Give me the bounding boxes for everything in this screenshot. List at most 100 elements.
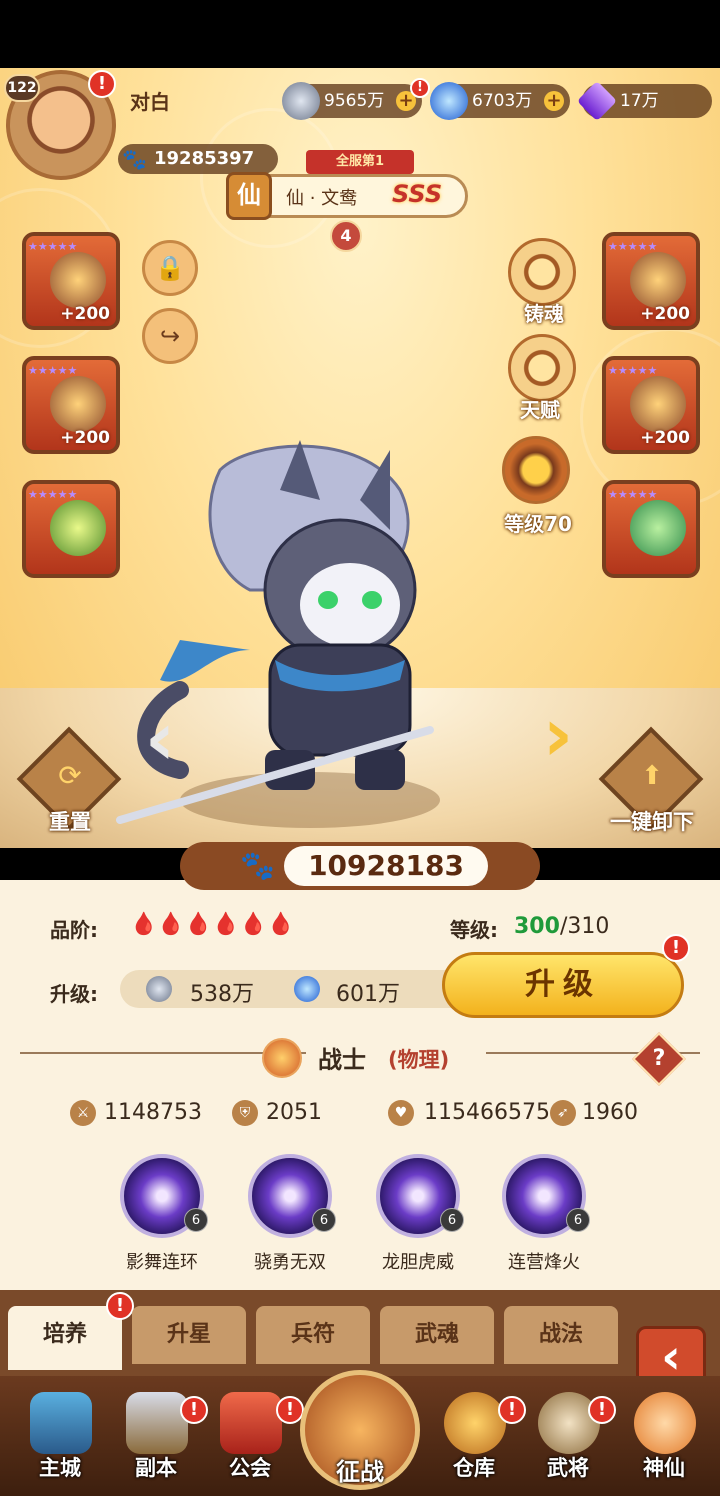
paw-icon: 🐾 (122, 147, 147, 171)
helmet-art-icon (630, 252, 686, 308)
nav-warehouse-label: 仓库 (453, 1456, 495, 1480)
slot-stars: ★★★★★ (608, 488, 658, 501)
player-name: 对白 (130, 90, 170, 114)
gem-resource[interactable]: 6703万 + (430, 82, 570, 120)
prev-hero-arrow[interactable]: ‹ (134, 700, 186, 778)
nav-immortal-label: 神仙 (643, 1456, 685, 1480)
tab-cultivate[interactable]: 培养 (8, 1306, 122, 1370)
tab-tactics[interactable]: 战法 (504, 1306, 618, 1364)
soul-cast-label: 铸魂 (524, 302, 564, 326)
nav-main-city[interactable]: 主城 (20, 1390, 100, 1490)
level-label: 等级: (450, 918, 498, 942)
slot-bonus: +200 (640, 428, 690, 448)
hero-power-value: 10928183 (284, 846, 488, 886)
equip-slot-jade[interactable]: ★★★★★ (602, 480, 700, 578)
status-bar-area (0, 0, 720, 68)
slot-stars: ★★★★★ (28, 364, 78, 377)
bag-icon (444, 1392, 506, 1454)
upgrade-label: 升级: (50, 982, 98, 1006)
hp-value: 115466575 (424, 1100, 550, 1125)
slot-bonus: +200 (640, 304, 690, 324)
hero-grade: SSS (392, 180, 443, 208)
skill-2-name: 骁勇无双 (254, 1252, 326, 1273)
slot-bonus: +200 (60, 304, 110, 324)
boots-art-icon (630, 376, 686, 432)
server-rank-banner: 全服第1 (306, 150, 414, 174)
skill-1-level: 6 (184, 1208, 208, 1232)
player-level-badge: 122 (4, 74, 40, 102)
silver-coin-icon (282, 82, 320, 120)
nav-dungeon-alert-icon: ! (180, 1396, 208, 1424)
cat-icon (634, 1392, 696, 1454)
hero-level: 300/310 (514, 914, 609, 939)
lock-icon: 🔒 (155, 254, 185, 282)
skill-4-name: 连营烽火 (508, 1252, 580, 1273)
talent-button[interactable] (508, 334, 576, 402)
next-hero-arrow[interactable]: › (532, 696, 584, 774)
skill-4-level: 6 (566, 1208, 590, 1232)
silver-alert-icon: ! (410, 78, 430, 98)
cost-silver: 538万 (190, 982, 254, 1007)
avatar-alert-icon: ! (88, 70, 116, 98)
quality-drops: 🩸🩸🩸🩸🩸🩸 (130, 912, 295, 937)
tab-cultivate-alert-icon: ! (106, 1292, 134, 1320)
slot-stars: ★★★★★ (28, 240, 78, 253)
warrior-class-icon (262, 1038, 302, 1078)
unequip-icon: ⬆ (641, 761, 663, 791)
nav-dungeon-label: 副本 (135, 1456, 177, 1480)
hero-name: 仙 · 文鸯 (286, 188, 358, 209)
nav-main-city-label: 主城 (39, 1456, 81, 1480)
soul-cast-button[interactable] (508, 238, 576, 306)
crystal-resource[interactable]: 17万 (576, 80, 712, 122)
jade-art-icon (630, 500, 686, 556)
skill-3-name: 龙胆虎威 (382, 1252, 454, 1273)
nav-immortal[interactable]: 神仙 (624, 1390, 704, 1490)
tab-star-up[interactable]: 升星 (132, 1306, 246, 1364)
silver-resource[interactable]: 9565万 + (282, 82, 422, 120)
silver-value: 9565万 (324, 91, 385, 111)
level-current: 300 (514, 914, 560, 939)
nav-generals-label: 武将 (547, 1456, 589, 1480)
slot-stars: ★★★★★ (28, 488, 78, 501)
sword-icon (126, 1392, 188, 1454)
unequip-all-label: 一键卸下 (610, 810, 694, 834)
hero-info-panel (0, 880, 720, 1290)
class-type: (物理) (388, 1048, 450, 1072)
upgrade-button[interactable]: 升级 (442, 952, 684, 1018)
defense-value: 2051 (266, 1100, 322, 1125)
treasure-art-icon (50, 500, 106, 556)
nav-battle-label: 征战 (336, 1458, 384, 1486)
star-level-badge: 4 (330, 220, 362, 252)
equip-slot-helmet[interactable]: ★★★★★ +200 (602, 232, 700, 330)
equip-slot-weapon[interactable]: ★★★★★ +200 (22, 232, 120, 330)
crystal-value: 17万 (620, 91, 659, 111)
skill-3-level: 6 (440, 1208, 464, 1232)
gem-value: 6703万 (472, 91, 533, 111)
slot-stars: ★★★★★ (608, 240, 658, 253)
flag-icon (220, 1392, 282, 1454)
upgrade-alert-icon: ! (662, 934, 690, 962)
tab-soul[interactable]: 武魂 (380, 1306, 494, 1364)
attack-icon: ⚔ (70, 1100, 96, 1126)
tab-tally[interactable]: 兵符 (256, 1306, 370, 1364)
paw-icon: 🐾 (240, 849, 275, 882)
faction-badge: 仙 (226, 172, 272, 220)
lock-button[interactable]: 🔒 (142, 240, 198, 296)
share-button[interactable]: ↪ (142, 308, 198, 364)
defense-icon: ⛨ (232, 1100, 258, 1126)
class-name: 战士 (318, 1046, 366, 1074)
hp-icon: ♥ (388, 1100, 414, 1126)
cost-gem: 601万 (336, 982, 400, 1007)
blue-gem-icon (294, 976, 320, 1002)
castle-icon (30, 1392, 92, 1454)
nav-guild-label: 公会 (229, 1456, 271, 1480)
speed-value: 1960 (582, 1100, 638, 1125)
player-power-value: 19285397 (154, 148, 255, 169)
equip-slot-boots[interactable]: ★★★★★ +200 (602, 356, 700, 454)
armor-art-icon (50, 376, 106, 432)
skill-1-name: 影舞连环 (126, 1252, 198, 1273)
weapon-art-icon (50, 252, 106, 308)
add-gem-button[interactable]: + (544, 91, 564, 111)
speed-icon: ➶ (550, 1100, 576, 1126)
skill-2-level: 6 (312, 1208, 336, 1232)
